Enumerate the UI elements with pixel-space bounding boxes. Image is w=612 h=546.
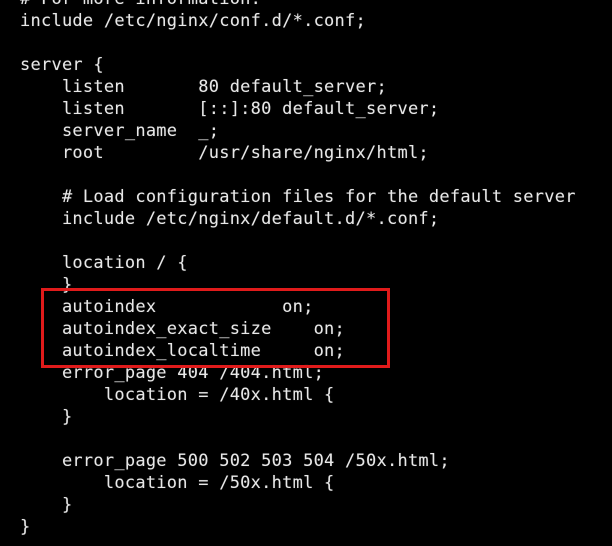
code-line: # For more information: xyxy=(20,0,612,10)
code-line: # Load configuration files for the defau… xyxy=(20,187,576,207)
code-line: server { xyxy=(20,55,104,75)
code-line: include /etc/nginx/conf.d/*.conf; xyxy=(20,11,367,31)
code-line: } xyxy=(20,495,73,515)
code-line: location / { xyxy=(20,253,188,273)
nginx-config-code[interactable]: # For more information:include /etc/ngin… xyxy=(0,0,612,538)
code-line: include /etc/nginx/default.d/*.conf; xyxy=(20,209,440,229)
code-line-autoindex-exact-size: autoindex_exact_size on; xyxy=(20,319,346,339)
code-line: server_name _; xyxy=(20,121,220,141)
code-line: error_page 404 /404.html; xyxy=(20,363,325,383)
code-line: root /usr/share/nginx/html; xyxy=(20,143,429,163)
terminal-window[interactable]: # For more information:include /etc/ngin… xyxy=(0,0,612,546)
code-line: location = /50x.html { xyxy=(20,473,335,493)
code-line: location = /40x.html { xyxy=(20,385,335,405)
code-line-autoindex-localtime: autoindex_localtime on; xyxy=(20,341,346,361)
code-line: } xyxy=(20,517,31,537)
code-line: listen 80 default_server; xyxy=(20,77,387,97)
code-line: } xyxy=(20,407,73,427)
code-line: } xyxy=(20,275,73,295)
code-line: listen [::]:80 default_server; xyxy=(20,99,440,119)
code-line-autoindex: autoindex on; xyxy=(20,297,314,317)
code-line: error_page 500 502 503 504 /50x.html; xyxy=(20,451,450,471)
